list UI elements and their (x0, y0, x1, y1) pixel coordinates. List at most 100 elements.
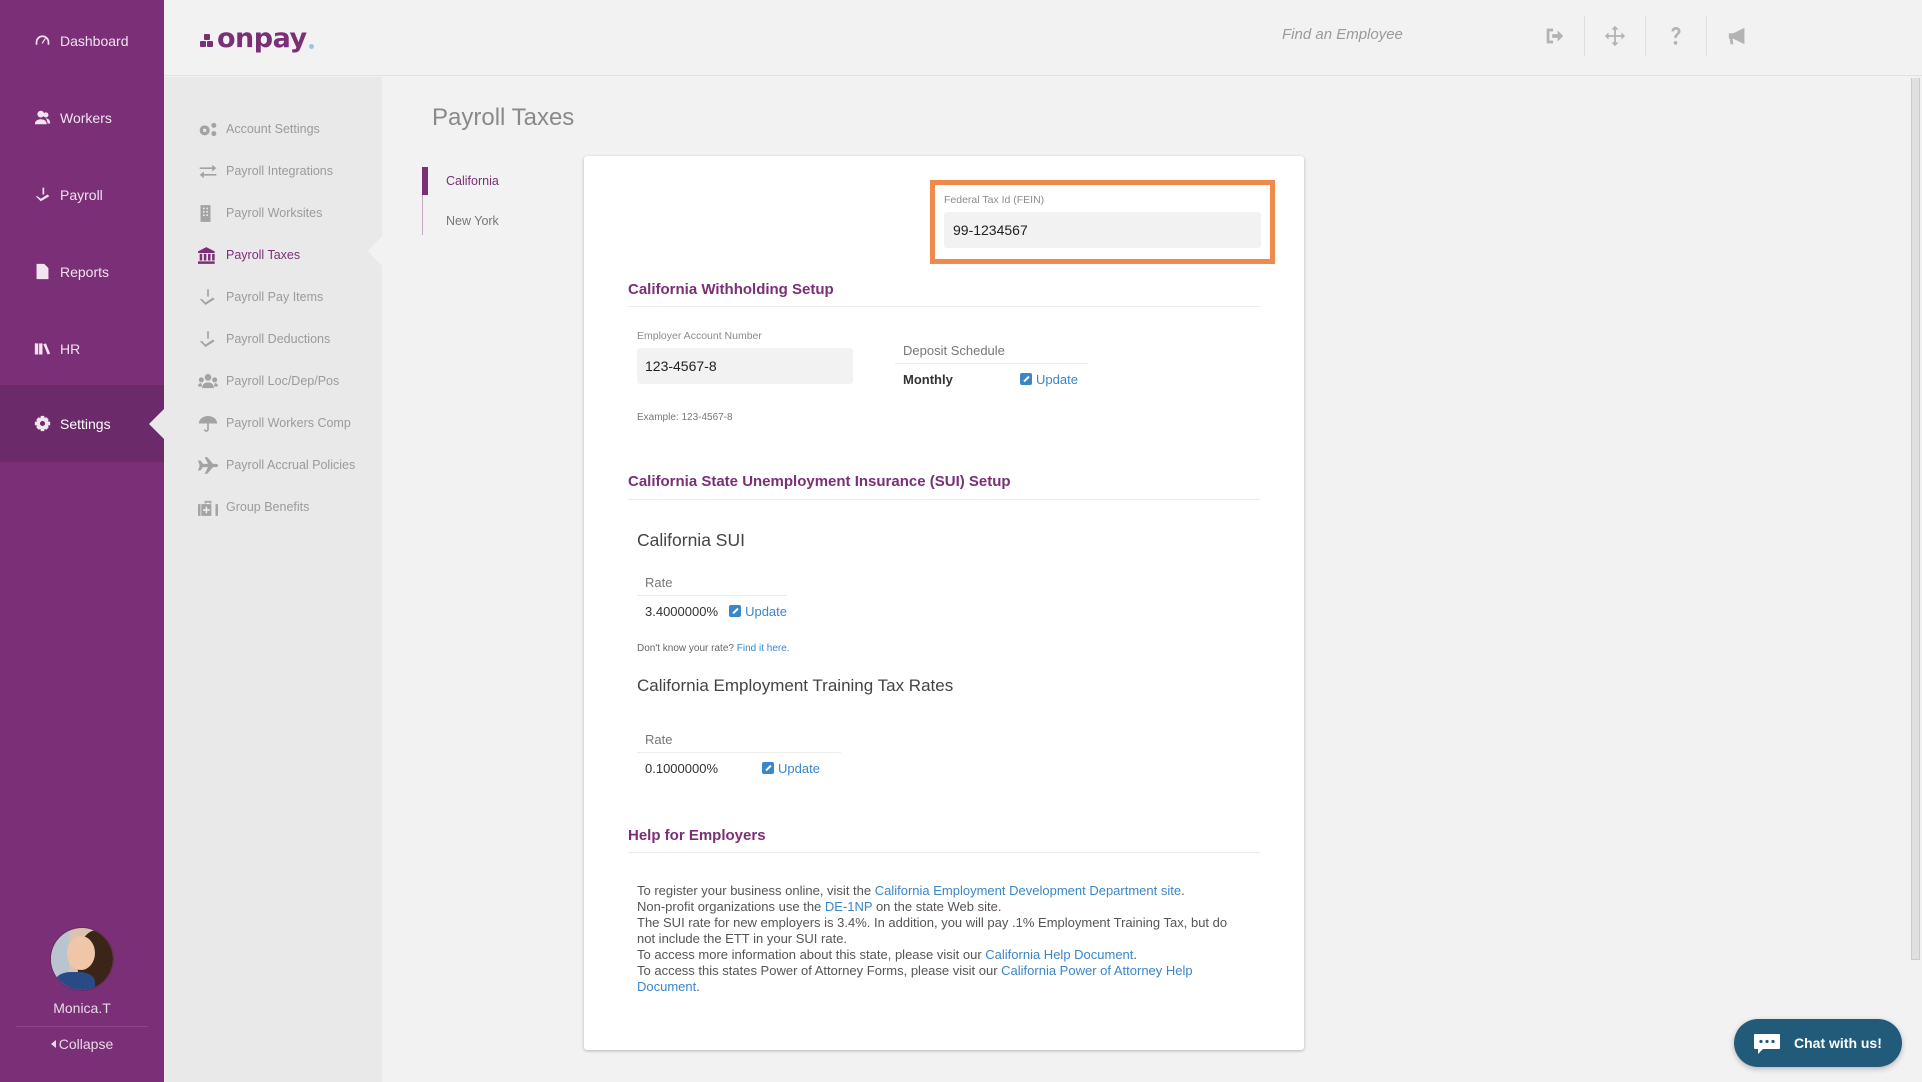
de-1np-link[interactable]: DE-1NP (825, 899, 872, 914)
move-icon (1604, 25, 1626, 47)
tab-new-york[interactable]: New York (422, 207, 542, 235)
subnav-item-payroll-workers-comp[interactable]: Payroll Workers Comp (198, 413, 351, 433)
sidebar-item-workers[interactable]: Workers (0, 79, 164, 156)
sui-rate-value: 3.4000000% (645, 603, 719, 619)
divider (16, 1026, 148, 1027)
table-row: Monthly Update (895, 364, 1088, 394)
main-sidebar: Dashboard Workers Payroll Reports HR Set… (0, 0, 164, 1082)
sidebar-item-label: Dashboard (60, 32, 129, 49)
onpay-logo[interactable]: onpay (200, 20, 314, 56)
subnav-item-payroll-accrual-policies[interactable]: Payroll Accrual Policies (198, 455, 355, 475)
subnav-item-payroll-loc-dep-pos[interactable]: Payroll Loc/Dep/Pos (198, 371, 339, 391)
update-deposit-schedule-link[interactable]: Update (1020, 372, 1078, 387)
exchange-icon (198, 162, 220, 180)
megaphone-icon (1728, 27, 1744, 45)
caret-left-icon (50, 1040, 56, 1048)
collapse-button[interactable]: Collapse (0, 1036, 164, 1052)
sign-out-icon (1546, 28, 1564, 44)
chat-bubble-icon (1753, 1033, 1781, 1054)
sidebar-item-settings[interactable]: Settings (0, 385, 164, 462)
table-row: 0.1000000% Update (637, 753, 841, 783)
help-button[interactable] (1646, 16, 1707, 56)
ett-rate-header: Rate (637, 729, 841, 753)
sidebar-item-label: Reports (60, 263, 110, 280)
subnav-item-account-settings[interactable]: Account Settings (198, 119, 320, 139)
hand-money-icon (198, 330, 220, 348)
ett-rate-table: Rate 0.1000000% Update (637, 729, 841, 783)
divider (628, 499, 1260, 500)
ett-title: California Employment Training Tax Rates (637, 676, 954, 695)
edit-icon (762, 762, 774, 774)
withholding-heading: California Withholding Setup (628, 281, 834, 298)
employer-account-example: Example: 123-4567-8 (637, 412, 733, 423)
building-icon (198, 204, 220, 222)
move-button[interactable] (1585, 16, 1646, 56)
subnav-active-pointer (368, 236, 382, 266)
deposit-schedule-table: Deposit Schedule Monthly Update (895, 340, 1088, 394)
gauge-icon (33, 32, 51, 50)
divider (628, 306, 1260, 307)
user-name: Monica.T (53, 1000, 111, 1016)
books-icon (33, 340, 51, 358)
plane-icon (198, 456, 220, 474)
subnav-item-payroll-taxes[interactable]: Payroll Taxes (198, 245, 300, 265)
edd-site-link[interactable]: California Employment Development Depart… (875, 883, 1181, 898)
users-icon (33, 109, 51, 127)
logo-mark-icon (200, 34, 214, 48)
sidebar-item-payroll[interactable]: Payroll (0, 156, 164, 233)
registered-mark-icon (308, 43, 314, 49)
tax-settings-card: Federal Tax Id (FEIN) California Withhol… (584, 156, 1304, 1050)
settings-subnav: Account Settings Payroll Integrations Pa… (164, 77, 382, 1082)
fein-highlight: Federal Tax Id (FEIN) (930, 180, 1275, 264)
announcements-button[interactable] (1707, 16, 1768, 56)
tab-california[interactable]: California (422, 167, 542, 195)
edit-icon (729, 605, 742, 617)
avatar[interactable] (51, 928, 113, 990)
hand-money-icon (198, 288, 220, 306)
find-rate-link[interactable]: Find it here. (737, 643, 790, 654)
employee-search-input[interactable] (1282, 26, 1502, 43)
gears-icon (198, 120, 220, 138)
top-header: onpay (164, 0, 1922, 76)
subnav-item-payroll-pay-items[interactable]: Payroll Pay Items (198, 287, 323, 307)
user-profile[interactable]: Monica.T (0, 928, 164, 1016)
update-ett-rate-link[interactable]: Update (762, 761, 820, 776)
deposit-schedule-header: Deposit Schedule (895, 340, 1088, 364)
subnav-item-group-benefits[interactable]: Group Benefits (198, 497, 309, 517)
sui-rate-header: Rate (637, 572, 787, 596)
page-title: Payroll Taxes (432, 104, 575, 131)
sidebar-item-label: Payroll (60, 186, 103, 203)
gear-icon (33, 415, 51, 433)
sidebar-item-dashboard[interactable]: Dashboard (0, 2, 164, 79)
table-row: 3.4000000% Update (637, 596, 787, 626)
hand-money-icon (33, 186, 51, 204)
sidebar-item-reports[interactable]: Reports (0, 233, 164, 310)
sidebar-item-hr[interactable]: HR (0, 310, 164, 387)
help-text: To register your business online, visit … (637, 883, 1228, 994)
edit-icon (1020, 373, 1032, 385)
help-heading: Help for Employers (628, 827, 766, 844)
sign-out-button[interactable] (1524, 16, 1585, 56)
employer-account-input[interactable] (637, 348, 853, 384)
medkit-icon (198, 498, 220, 516)
sui-rate-table: Rate 3.4000000% Update (637, 572, 787, 626)
report-icon (33, 263, 51, 281)
subnav-item-payroll-worksites[interactable]: Payroll Worksites (198, 203, 322, 223)
employer-account-label: Employer Account Number (637, 330, 762, 342)
page-scrollbar[interactable] (1911, 78, 1920, 960)
fein-label: Federal Tax Id (FEIN) (944, 194, 1045, 206)
group-icon (198, 372, 220, 390)
california-help-document-link[interactable]: California Help Document (985, 947, 1133, 962)
fein-input[interactable] (944, 212, 1261, 248)
subnav-item-payroll-integrations[interactable]: Payroll Integrations (198, 161, 333, 181)
sidebar-item-label: Settings (60, 415, 111, 432)
update-sui-rate-link[interactable]: Update (729, 604, 787, 619)
sidebar-item-label: HR (60, 340, 81, 357)
sui-setup-heading: California State Unemployment Insurance … (628, 473, 1011, 490)
subnav-item-payroll-deductions[interactable]: Payroll Deductions (198, 329, 330, 349)
chat-button[interactable]: Chat with us! (1734, 1019, 1902, 1067)
rate-hint: Don't know your rate? Find it here. (637, 643, 790, 654)
deposit-schedule-value: Monthly (903, 371, 953, 387)
ett-rate-value: 0.1000000% (645, 760, 719, 776)
california-sui-title: California SUI (637, 530, 745, 550)
